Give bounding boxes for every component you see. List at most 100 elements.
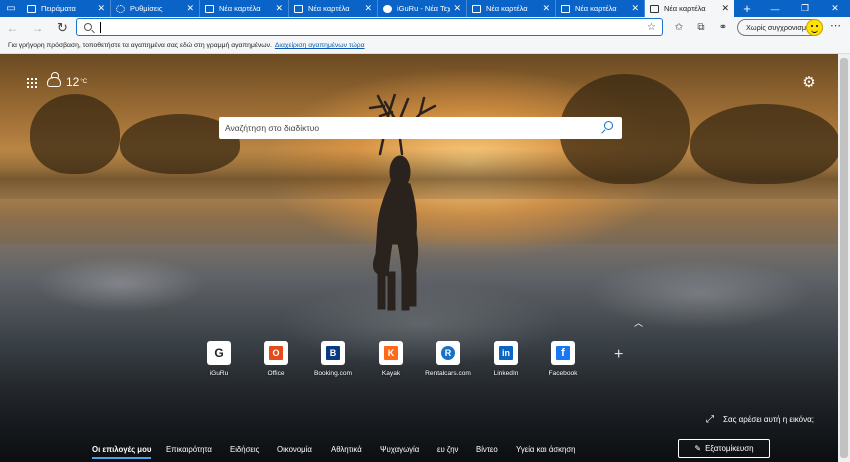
office-logo-icon: O — [264, 341, 288, 365]
close-icon[interactable]: ✕ — [186, 3, 194, 14]
tab-new-tab[interactable]: Νέα καρτέλα ✕ — [556, 0, 645, 17]
forward-arrow-icon[interactable]: → — [25, 17, 50, 38]
minimize-icon[interactable]: — — [760, 0, 790, 17]
collections-icon[interactable]: ⧉ — [692, 19, 710, 36]
tile-letter: in — [499, 346, 513, 360]
quick-link-label: Facebook — [548, 370, 578, 377]
tab-actions-button[interactable]: ▭ — [0, 0, 22, 17]
linkedin-logo-icon: in — [494, 341, 518, 365]
quick-link-booking[interactable]: B Booking.com — [305, 341, 361, 377]
tab-experiments[interactable]: Πειράματα ✕ — [22, 0, 111, 17]
window-controls: — ❐ ✕ — [760, 0, 850, 17]
newtab-icon — [561, 4, 570, 13]
temperature: 12 — [66, 75, 80, 89]
tree-shape — [30, 94, 120, 174]
quick-link-facebook[interactable]: f Facebook — [535, 341, 591, 377]
tab-new-tab[interactable]: Νέα καρτέλα ✕ — [200, 0, 289, 17]
quick-link-rentalcars[interactable]: R Rentalcars.com — [420, 341, 476, 377]
favorites-icon[interactable]: ✩ — [670, 19, 688, 36]
tile-letter: G — [214, 346, 224, 360]
tab-iguru[interactable]: iGuRu - Νέα Τεχνολ... ✕ — [378, 0, 467, 17]
web-search-box[interactable]: Αναζήτηση στο διαδίκτυο — [219, 117, 622, 139]
tile-letter: R — [441, 346, 455, 360]
apps-launcher-icon[interactable] — [27, 78, 37, 88]
nav-video[interactable]: Βίντεο — [476, 445, 498, 454]
nav-my-feed[interactable]: Οι επιλογές μου — [92, 445, 152, 459]
rentalcars-logo-icon: R — [436, 341, 460, 365]
back-arrow-icon[interactable]: ← — [0, 17, 25, 38]
grid-dot — [35, 82, 37, 84]
favorites-bar: Για γρήγορη πρόσβαση, τοποθετήστε τα αγα… — [0, 38, 850, 54]
scrollbar-thumb[interactable] — [840, 58, 848, 458]
expand-icon[interactable]: ⤢ — [706, 414, 714, 425]
tab-label: Νέα καρτέλα — [575, 4, 617, 13]
close-icon[interactable]: ✕ — [97, 3, 105, 14]
facebook-logo-icon: f — [551, 341, 575, 365]
nav-health-fitness[interactable]: Υγεία και άσκηση — [516, 445, 576, 454]
tab-label: Ρυθμίσεις — [130, 4, 163, 13]
newtab-icon — [472, 4, 481, 13]
nav-entertainment[interactable]: Ψυχαγωγία — [380, 445, 419, 454]
tab-new-tab[interactable]: Νέα καρτέλα ✕ — [289, 0, 378, 17]
close-icon[interactable]: ✕ — [721, 3, 729, 14]
close-icon[interactable]: ✕ — [364, 3, 372, 14]
close-window-icon[interactable]: ✕ — [820, 0, 850, 17]
pencil-icon: ✎ — [694, 444, 702, 453]
temperature-unit: °C — [80, 79, 88, 85]
quick-link-office[interactable]: O Office — [248, 341, 304, 377]
nav-top-stories[interactable]: Επικαιρότητα — [166, 445, 212, 454]
nav-sports[interactable]: Αθλητικά — [331, 445, 362, 454]
tab-new-tab[interactable]: Νέα καρτέλα ✕ — [467, 0, 556, 17]
quick-link-iguru[interactable]: G iGuRu — [191, 341, 247, 377]
tree-shape — [690, 104, 838, 184]
grid-dot — [27, 86, 29, 88]
tab-label: Νέα καρτέλα — [219, 4, 261, 13]
page-settings-icon[interactable]: ⚙ — [801, 75, 817, 91]
extensions-icon[interactable]: ⚭ — [714, 19, 732, 36]
tile-letter: K — [384, 346, 398, 360]
like-image-text: Σας αρέσει αυτή η εικόνα; — [723, 415, 814, 424]
new-tab-button[interactable]: + — [734, 0, 760, 17]
quick-link-label: Booking.com — [313, 370, 353, 377]
kayak-logo-icon: K — [379, 341, 403, 365]
add-quick-link-icon[interactable]: + — [614, 346, 623, 364]
quick-link-label: Rentalcars.com — [425, 370, 471, 377]
quick-link-kayak[interactable]: K Kayak — [363, 341, 419, 377]
grid-dot — [27, 82, 29, 84]
close-icon[interactable]: ✕ — [542, 3, 550, 14]
quick-link-label: LinkedIn — [493, 370, 519, 377]
nav-news[interactable]: Ειδήσεις — [230, 445, 259, 454]
customize-button[interactable]: ✎ Εξατομίκευση — [678, 439, 770, 458]
quick-link-linkedin[interactable]: in LinkedIn — [478, 341, 534, 377]
profile-button[interactable]: Χωρίς συγχρονισμό — [737, 19, 823, 36]
tab-label: Νέα καρτέλα — [308, 4, 350, 13]
grid-dot — [31, 82, 33, 84]
tile-letter: B — [326, 346, 340, 360]
favorites-message: Για γρήγορη πρόσβαση, τοποθετήστε τα αγα… — [8, 42, 272, 49]
more-menu-icon[interactable]: ⋯ — [830, 19, 841, 32]
tab-new-tab-active[interactable]: Νέα καρτέλα ✕ — [645, 0, 734, 17]
close-icon[interactable]: ✕ — [453, 3, 461, 14]
weather-widget[interactable]: 12 °C — [47, 72, 88, 89]
refresh-icon[interactable]: ↻ — [50, 17, 75, 38]
close-icon[interactable]: ✕ — [275, 3, 283, 14]
quick-link-label: Kayak — [381, 370, 401, 377]
settings-icon — [116, 4, 125, 13]
grid-dot — [27, 78, 29, 80]
booking-logo-icon: B — [321, 341, 345, 365]
customize-label: Εξατομίκευση — [705, 444, 754, 453]
address-bar[interactable]: ☆ — [76, 18, 663, 36]
restore-icon[interactable]: ❐ — [790, 0, 820, 17]
iguru-logo-icon: G — [207, 341, 231, 365]
manage-favorites-link[interactable]: Διαχείριση αγαπημένων τώρα — [275, 42, 365, 49]
tab-label: Πειράματα — [41, 4, 76, 13]
image-feedback[interactable]: ⤢ Σας αρέσει αυτή η εικόνα; — [706, 414, 814, 425]
toolbar: ← → ↻ ☆ ✩ ⧉ ⚭ Χωρίς συγχρονισμό ⋯ — [0, 17, 850, 38]
nav-money[interactable]: Οικονομία — [277, 445, 312, 454]
chevron-up-icon[interactable]: ︿ — [634, 316, 643, 329]
search-icon[interactable] — [604, 121, 613, 130]
tab-settings[interactable]: Ρυθμίσεις ✕ — [111, 0, 200, 17]
add-favorite-icon[interactable]: ☆ — [647, 22, 656, 33]
nav-lifestyle[interactable]: ευ ζην — [437, 445, 458, 454]
close-icon[interactable]: ✕ — [631, 3, 639, 14]
